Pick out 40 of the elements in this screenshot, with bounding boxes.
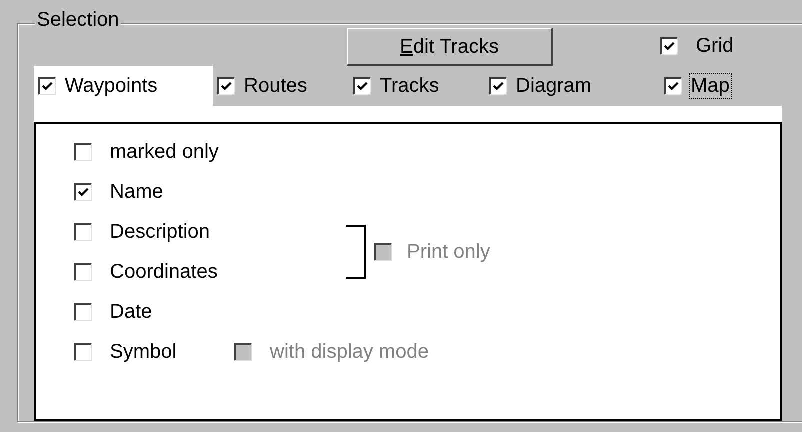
checkbox-label: with display mode	[269, 340, 430, 364]
checkbox[interactable]	[74, 343, 92, 361]
checkbox[interactable]	[353, 77, 371, 95]
checkbox-label: Tracks	[379, 74, 440, 98]
checkbox[interactable]	[74, 263, 92, 281]
check-icon	[356, 80, 368, 92]
checkbox-label: Description	[109, 220, 212, 244]
checkbox-label: Diagram	[515, 74, 593, 98]
checkbox[interactable]	[664, 77, 682, 95]
checkbox-label: Grid	[695, 34, 735, 58]
checkbox[interactable]	[74, 223, 92, 241]
checkbox-label: Symbol	[109, 340, 178, 364]
checkbox[interactable]	[489, 77, 507, 95]
checkbox-label: Routes	[243, 74, 308, 98]
checkbox[interactable]	[74, 143, 92, 161]
checkbox-label: marked only	[109, 140, 220, 164]
checkbox-label: Name	[109, 180, 164, 204]
checkbox-label: Coordinates	[109, 260, 219, 284]
layer-tab[interactable]: Map	[660, 66, 780, 106]
layer-tab[interactable]: Tracks	[349, 66, 485, 106]
check-icon	[664, 40, 676, 52]
checkbox-label: Date	[109, 300, 154, 324]
bracket-line	[346, 225, 366, 279]
layer-tab[interactable]: Waypoints	[34, 66, 213, 106]
check-icon	[78, 186, 90, 198]
checkbox[interactable]	[660, 37, 678, 55]
checkbox[interactable]	[74, 183, 92, 201]
checkbox-label: Map	[690, 74, 731, 98]
layer-tab[interactable]: Routes	[213, 66, 349, 106]
checkbox[interactable]	[74, 303, 92, 321]
check-icon	[42, 80, 54, 92]
layer-tab[interactable]: Diagram	[485, 66, 660, 106]
check-icon	[668, 80, 680, 92]
checkbox-label: Waypoints	[64, 74, 159, 98]
check-icon	[492, 80, 504, 92]
checkbox[interactable]	[217, 77, 235, 95]
edit-tracks-button[interactable]: Edit Tracks	[347, 28, 553, 66]
check-icon	[220, 80, 232, 92]
checkbox[interactable]	[38, 77, 56, 95]
checkbox-label: Print only	[406, 240, 492, 264]
